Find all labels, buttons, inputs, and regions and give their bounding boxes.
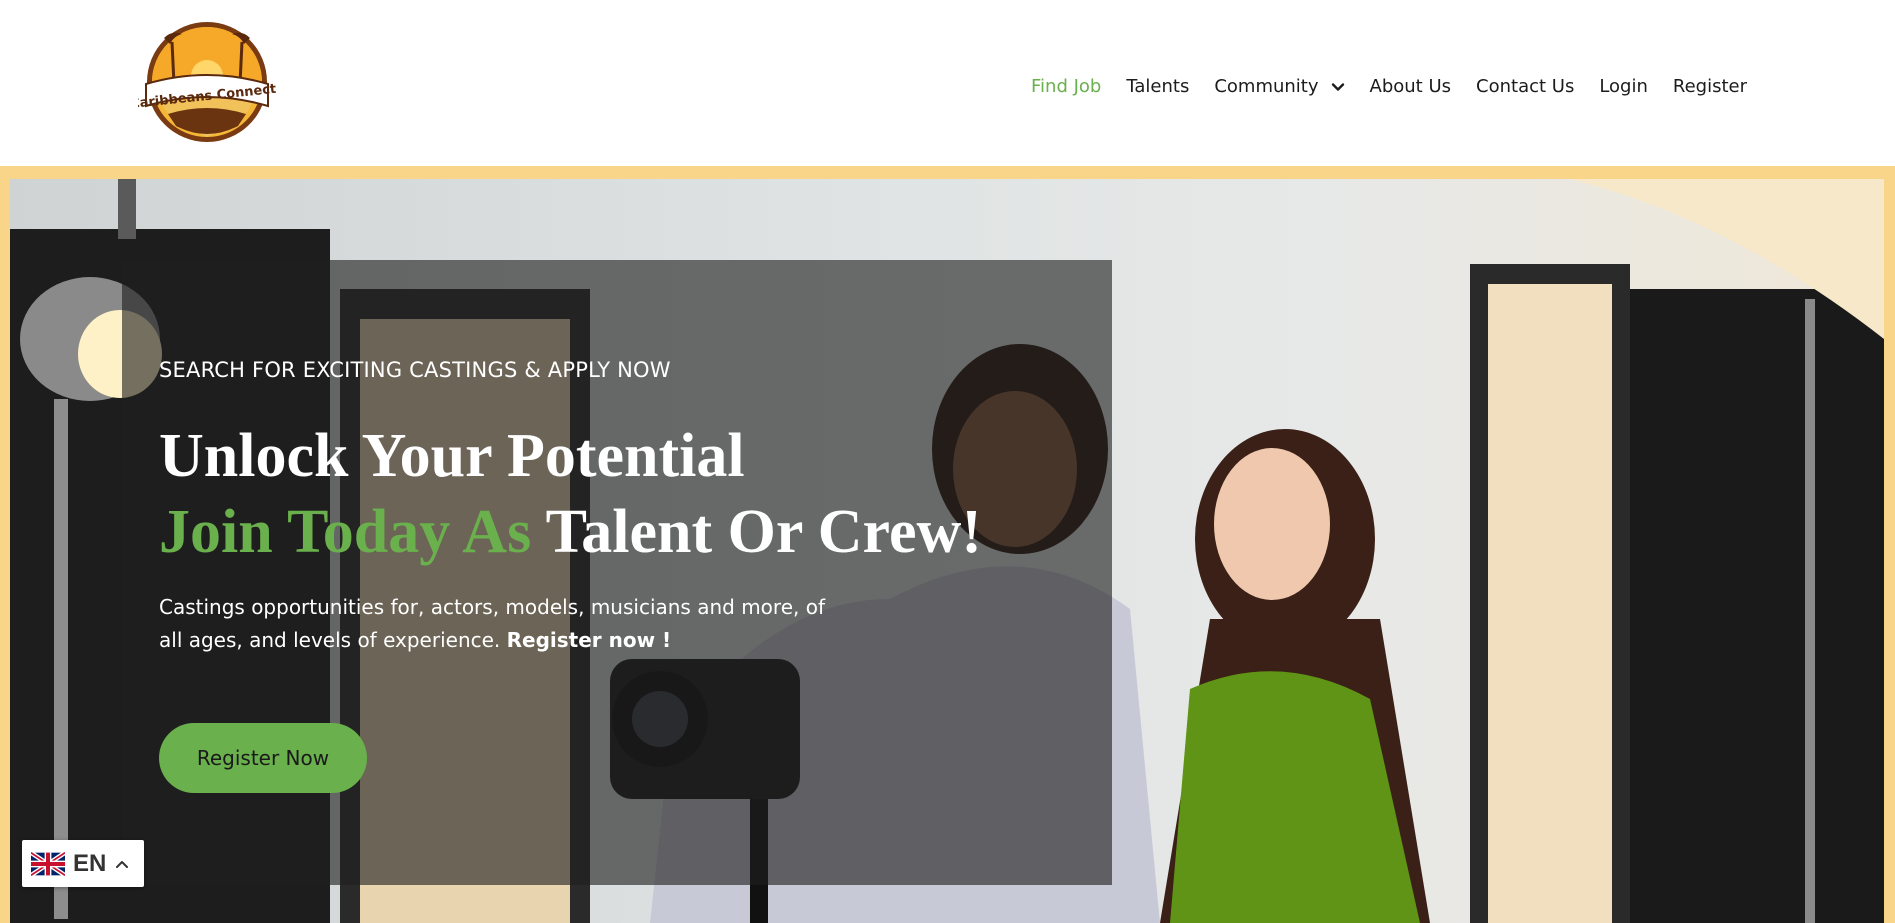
chevron-down-icon[interactable] (1331, 80, 1345, 94)
nav-talents[interactable]: Talents (1126, 76, 1189, 97)
hero-description-text: Castings opportunities for, actors, mode… (159, 595, 825, 652)
site-header: Caribbeans Connects Find Job Talents Com… (0, 0, 1895, 166)
hero-description-bold: Register now ! (506, 628, 672, 652)
language-switcher[interactable]: EN (22, 840, 144, 887)
hero-headline: Unlock Your Potential Join Today As Tale… (159, 418, 982, 570)
headline-green-text: Join Today As (159, 498, 532, 566)
nav-about-us[interactable]: About Us (1370, 76, 1452, 97)
nav-community-label: Community (1214, 76, 1319, 97)
nav-register-label: Register (1672, 76, 1747, 97)
chevron-up-icon (116, 860, 129, 868)
nav-talents-label: Talents (1126, 76, 1190, 97)
headline-white-text: Talent Or Crew! (545, 498, 982, 566)
nav-login-label: Login (1599, 76, 1648, 97)
nav-contact-us[interactable]: Contact Us (1476, 76, 1574, 97)
nav-login[interactable]: Login (1599, 76, 1648, 97)
headline-line-1: Unlock Your Potential (159, 422, 745, 490)
main-navigation: Find Job Talents Community About Us Cont… (1031, 76, 1747, 97)
nav-contact-us-label: Contact Us (1476, 76, 1575, 97)
caribbeans-connects-logo[interactable]: Caribbeans Connects (138, 18, 276, 146)
hero-description: Castings opportunities for, actors, mode… (159, 591, 849, 657)
nav-register[interactable]: Register (1673, 76, 1747, 97)
nav-community[interactable]: Community (1214, 76, 1344, 97)
logo-emblem-icon: Caribbeans Connects (138, 22, 276, 142)
nav-find-job-label: Find Job (1031, 76, 1102, 97)
hero-kicker: SEARCH FOR EXCITING CASTINGS & APPLY NOW (159, 358, 671, 382)
nav-find-job[interactable]: Find Job (1031, 76, 1101, 97)
nav-about-us-label: About Us (1369, 76, 1452, 97)
register-now-button[interactable]: Register Now (159, 723, 367, 793)
language-code: EN (73, 849, 107, 877)
uk-flag-icon (31, 850, 65, 877)
